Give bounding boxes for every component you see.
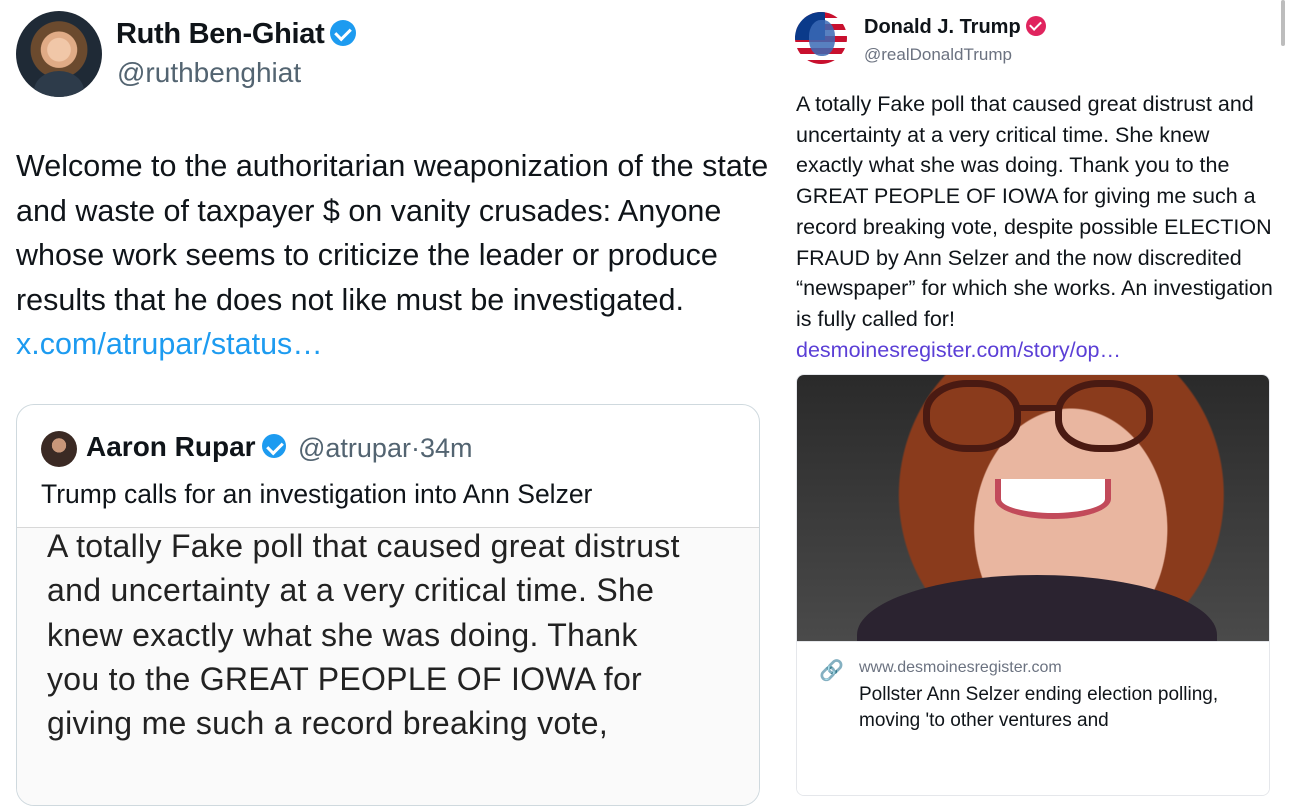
link-icon: 🔗 [819,660,844,682]
avatar-trump[interactable] [795,12,847,64]
embedded-line: knew exactly what she was doing. Thank [47,616,638,653]
photo-glasses-bridge [1019,405,1059,411]
verified-badge-icon [261,434,286,458]
embedded-line: giving me such a record breaking vote, [47,705,609,742]
author-handle[interactable]: @realDonaldTrump [864,45,1012,65]
link-preview-card[interactable]: 🔗 www.desmoinesregister.com Pollster Ann… [796,374,1270,796]
post-link[interactable]: desmoinesregister.com/story/op… [796,338,1121,362]
embedded-line: A totally Fake poll that caused great di… [47,528,680,564]
embedded-text: A totally Fake poll that caused great di… [47,524,747,745]
scrollbar[interactable] [1281,0,1285,46]
photo-smile [995,479,1111,519]
quoted-tweet[interactable]: Aaron Rupar @atrupar·34m Trump calls for… [16,404,760,806]
left-tweet: Ruth Ben-Ghiat @ruthbenghiat Welcome to … [0,0,780,806]
card-title[interactable]: Pollster Ann Selzer ending election poll… [859,682,1239,734]
tweet-link[interactable]: x.com/atrupar/status… [16,327,323,361]
card-body[interactable]: 🔗 www.desmoinesregister.com Pollster Ann… [797,641,1269,795]
card-domain: www.desmoinesregister.com [859,659,1062,676]
embedded-line: you to the GREAT PEOPLE OF IOWA for [47,660,642,697]
author-name[interactable]: Ruth Ben-Ghiat [116,18,357,51]
author-name[interactable]: Donald J. Trump [864,16,1046,39]
quoted-text: Trump calls for an investigation into An… [41,479,593,509]
right-post: Donald J. Trump @realDonaldTrump A total… [780,0,1290,796]
verified-badge-icon [330,20,357,46]
verified-badge-icon [1025,16,1046,36]
post-text: A totally Fake poll that caused great di… [796,92,1273,362]
avatar-aaron[interactable] [41,431,77,467]
embedded-screenshot[interactable]: A totally Fake poll that caused great di… [17,524,759,805]
avatar-ruth[interactable] [16,11,102,97]
photo-glasses [1055,380,1153,452]
photo-glasses [923,380,1021,452]
embedded-line: and uncertainty at a very critical time.… [47,572,655,609]
card-image[interactable] [797,375,1269,695]
quoted-handle-time[interactable]: @atrupar·34m [298,433,472,464]
tweet-text: Welcome to the authoritarian weaponizati… [16,149,769,361]
author-handle[interactable]: @ruthbenghiat [117,57,301,89]
quoted-author-name[interactable]: Aaron Rupar [86,431,286,463]
